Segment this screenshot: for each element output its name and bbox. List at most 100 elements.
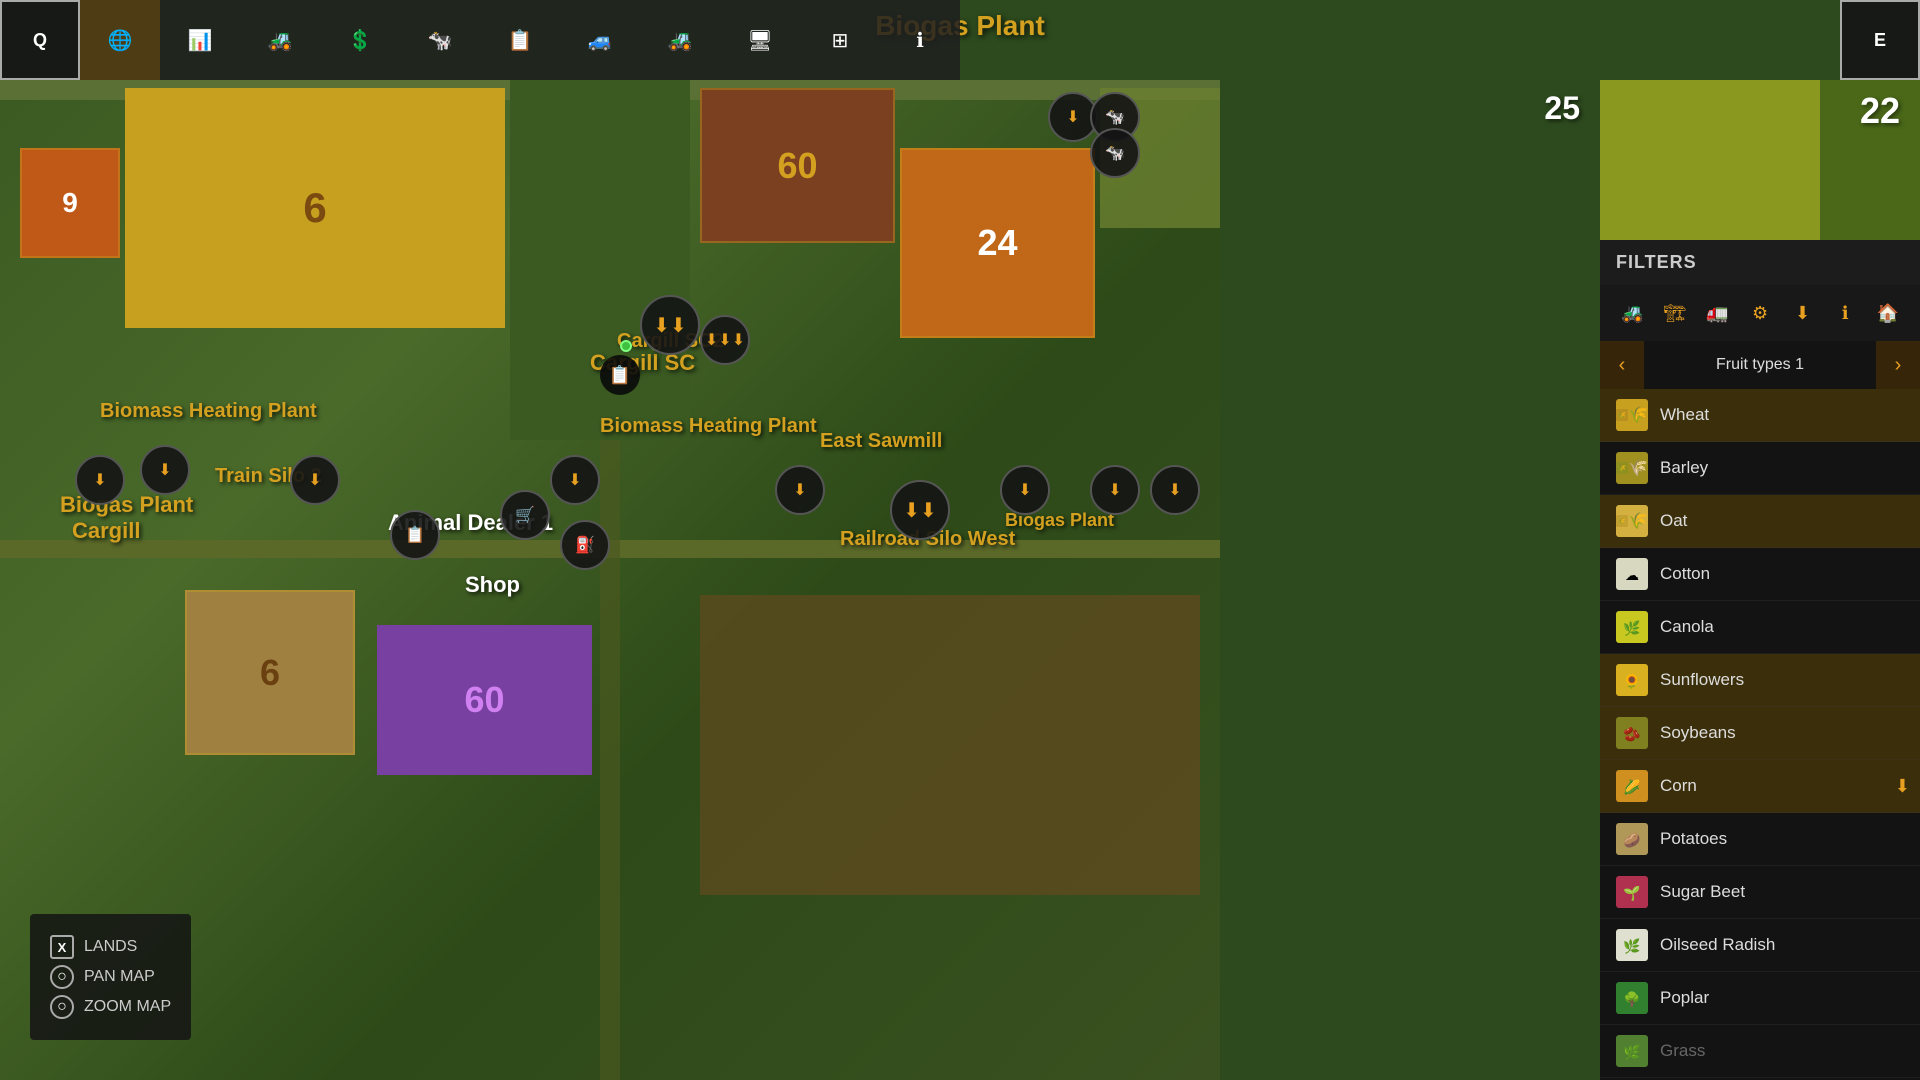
info-button[interactable]: ℹ — [880, 0, 960, 80]
oat-icon: 🌾 — [1616, 505, 1648, 537]
fruit-types-next-arrow[interactable]: › — [1876, 341, 1920, 389]
q-button[interactable]: Q — [0, 0, 80, 80]
fruit-item-potatoes[interactable]: 🥔 Potatoes — [1600, 813, 1920, 866]
field-24-number: 60 — [777, 145, 817, 187]
fruit-item-poplar[interactable]: 🌳 Poplar — [1600, 972, 1920, 1025]
biogas-dl-icon[interactable]: ⬇ — [75, 455, 125, 505]
vehicles-button[interactable]: 🚙 — [560, 0, 640, 80]
train-pier-dl-icon[interactable]: ⬇ — [1090, 465, 1140, 515]
zoom-key: ○ — [50, 995, 74, 1019]
filter-info-icon[interactable]: ℹ — [1829, 295, 1862, 331]
poplar-icon: 🌳 — [1616, 982, 1648, 1014]
filter-home-icon[interactable]: 🏠 — [1871, 295, 1904, 331]
right-dl-icon[interactable]: ⬇ — [1150, 465, 1200, 515]
svg-text:🥔: 🥔 — [1623, 832, 1641, 849]
svg-text:🌿: 🌿 — [1623, 620, 1640, 637]
fruit-item-soybeans[interactable]: 🫘 Soybeans — [1600, 707, 1920, 760]
wheat-icon: 🌾 — [1616, 399, 1648, 431]
barley-icon: 🌾 — [1616, 452, 1648, 484]
lands-key: X — [50, 935, 74, 959]
fruit-item-sunflowers[interactable]: 🌻 Sunflowers — [1600, 654, 1920, 707]
cargill-download-icon2[interactable]: ⬇⬇⬇ — [700, 315, 750, 365]
sunflowers-name: Sunflowers — [1660, 670, 1904, 690]
fruit-item-oilseed[interactable]: 🌿 Oilseed Radish — [1600, 919, 1920, 972]
monitor-button[interactable]: 🖥 — [720, 0, 800, 80]
panel-field-color-1 — [1600, 80, 1820, 240]
sugarbeet-name: Sugar Beet — [1660, 882, 1904, 902]
e-button[interactable]: E — [1840, 0, 1920, 80]
barley-name: Barley — [1660, 458, 1904, 478]
missions-button[interactable]: 🚜 — [640, 0, 720, 80]
fruit-list: 🌾 Wheat 🌾 Barley 🌾 Oat ☁ Cotton — [1600, 389, 1920, 1080]
panel-field-preview: 22 — [1600, 80, 1920, 240]
filter-construction-icon[interactable]: 🏗 — [1659, 295, 1692, 331]
soybeans-icon: 🫘 — [1616, 717, 1648, 749]
filter-tractor-icon[interactable]: 🚜 — [1616, 295, 1649, 331]
svg-text:☁: ☁ — [1625, 567, 1639, 583]
fruit-types-header: ‹ Fruit types 1 › — [1600, 341, 1920, 389]
top-dl-icon3[interactable]: 🐄 — [1090, 128, 1140, 178]
cotton-name: Cotton — [1660, 564, 1904, 584]
filter-gear-icon[interactable]: ⚙ — [1744, 295, 1777, 331]
railroad-dl-icon1[interactable]: ⬇ — [775, 465, 825, 515]
field-61-number: 6 — [260, 652, 280, 694]
corn-icon: 🌽 — [1616, 770, 1648, 802]
sunflowers-icon: 🌻 — [1616, 664, 1648, 696]
poplar-name: Poplar — [1660, 988, 1904, 1008]
field-25-badge: 25 — [1544, 90, 1580, 127]
train-silo-dl-icon[interactable]: ⬇ — [140, 445, 190, 495]
potatoes-icon: 🥔 — [1616, 823, 1648, 855]
fruit-item-barley[interactable]: 🌾 Barley — [1600, 442, 1920, 495]
tractor-button[interactable]: 🚜 — [240, 0, 320, 80]
svg-text:🌿: 🌿 — [1623, 938, 1640, 955]
cargill-download-icon1[interactable]: ⬇⬇ — [640, 295, 700, 355]
lands-label: LANDS — [84, 938, 137, 956]
biogas-right-dl-icon[interactable]: ⬇ — [1000, 465, 1050, 515]
filter-icons-row: 🚜 🏗 🚛 ⚙ ⬇ ℹ 🏠 — [1600, 285, 1920, 341]
map-button[interactable]: 🌐 — [80, 0, 160, 80]
filters-header: FILTERS — [1600, 240, 1920, 285]
fruit-item-cotton[interactable]: ☁ Cotton — [1600, 548, 1920, 601]
railroad-dl-icon2[interactable]: ⬇⬇ — [890, 480, 950, 540]
grid-button[interactable]: ⊞ — [800, 0, 880, 80]
contracts-button[interactable]: 📋 — [480, 0, 560, 80]
grass-name: Grass — [1660, 1041, 1904, 1061]
fruit-types-prev-arrow[interactable]: ‹ — [1600, 341, 1644, 389]
shop-icon[interactable]: 🛒 — [500, 490, 550, 540]
oilseed-name: Oilseed Radish — [1660, 935, 1904, 955]
potatoes-name: Potatoes — [1660, 829, 1904, 849]
fruit-item-sugarbeet[interactable]: 🌱 Sugar Beet — [1600, 866, 1920, 919]
grass-icon: 🌿 — [1616, 1035, 1648, 1067]
train-silo-dl-icon2[interactable]: ⬇ — [290, 455, 340, 505]
pan-label: PAN MAP — [84, 968, 155, 986]
svg-text:🌽: 🌽 — [1623, 778, 1640, 796]
canola-name: Canola — [1660, 617, 1904, 637]
fruit-item-oat[interactable]: 🌾 Oat — [1600, 495, 1920, 548]
stats-button[interactable]: 📊 — [160, 0, 240, 80]
animals-button[interactable]: 🐄 — [400, 0, 480, 80]
svg-text:🌿: 🌿 — [1623, 1044, 1640, 1061]
field-23-number: 24 — [977, 222, 1017, 264]
pan-key: ○ — [50, 965, 74, 989]
field-6-number: 6 — [303, 184, 326, 232]
oat-name: Oat — [1660, 511, 1904, 531]
filters-title: FILTERS — [1616, 252, 1697, 272]
panel-field-number: 22 — [1860, 90, 1900, 132]
fruit-item-corn[interactable]: 🌽 Corn ⬇ — [1600, 760, 1920, 813]
svg-text:🌻: 🌻 — [1623, 673, 1640, 690]
fruit-item-grass[interactable]: 🌿 Grass — [1600, 1025, 1920, 1078]
field-9-number: 9 — [62, 187, 78, 219]
fuel-icon[interactable]: ⛽ — [560, 520, 610, 570]
fruit-types-title: Fruit types 1 — [1644, 344, 1876, 386]
soybeans-name: Soybeans — [1660, 723, 1904, 743]
contract-icon[interactable]: 📋 — [390, 510, 440, 560]
cargill-misc-icon[interactable]: 📋 — [600, 355, 640, 395]
biomass-dl-icon[interactable]: ⬇ — [550, 455, 600, 505]
filter-truck-icon[interactable]: 🚛 — [1701, 295, 1734, 331]
field-60-number: 60 — [464, 679, 504, 721]
oilseed-icon: 🌿 — [1616, 929, 1648, 961]
filter-download-icon[interactable]: ⬇ — [1786, 295, 1819, 331]
fruit-item-canola[interactable]: 🌿 Canola — [1600, 601, 1920, 654]
money-button[interactable]: 💲 — [320, 0, 400, 80]
fruit-item-wheat[interactable]: 🌾 Wheat — [1600, 389, 1920, 442]
